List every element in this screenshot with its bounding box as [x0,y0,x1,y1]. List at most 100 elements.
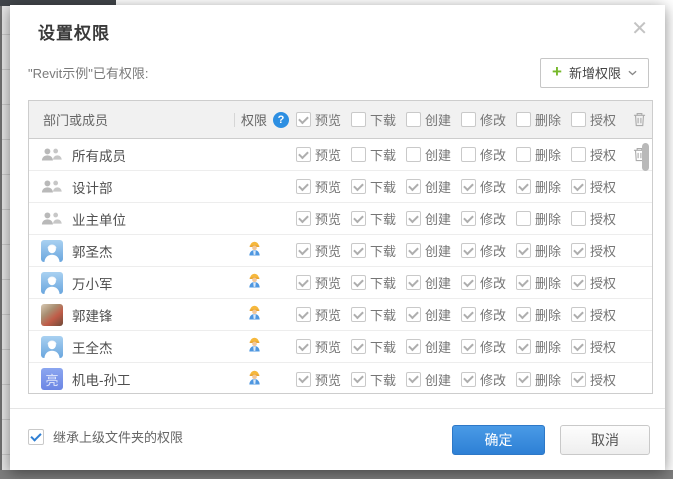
perm-checkbox-下载[interactable] [351,275,366,290]
perm-pair-创建: 创建 [406,145,461,164]
perm-pair-删除: 删除 [516,241,571,260]
perm-checkbox-预览[interactable] [296,372,311,387]
perm-checkbox-删除[interactable] [516,372,531,387]
perm-label: 创建 [425,177,451,196]
add-permission-button[interactable]: + 新增权限 [540,58,649,88]
inherit-label: 继承上级文件夹的权限 [53,427,183,446]
perm-checkbox-授权[interactable] [571,179,586,194]
perm-checkbox-下载[interactable] [351,372,366,387]
perm-label: 删除 [535,273,561,292]
perm-checkbox-授权[interactable] [571,372,586,387]
perm-checkbox-创建[interactable] [406,112,421,127]
permission-column-header: 权限 ? [234,110,296,129]
perm-checkbox-预览[interactable] [296,147,311,162]
perm-checkbox-下载[interactable] [351,147,366,162]
perm-checkbox-授权[interactable] [571,211,586,226]
perm-checkbox-创建[interactable] [406,339,421,354]
perm-checkbox-创建[interactable] [406,211,421,226]
perm-checkbox-预览[interactable] [296,275,311,290]
set-permissions-dialog: 设置权限 ✕ "Revit示例"已有权限: + 新增权限 部门或成员 权限 ? … [10,5,665,470]
badge-cell [234,304,296,325]
perm-checkbox-修改[interactable] [461,307,476,322]
perm-checkbox-授权[interactable] [571,243,586,258]
perm-checkbox-创建[interactable] [406,147,421,162]
table-row: 郭圣杰预览下载创建修改删除授权 [29,235,652,267]
perm-checkbox-修改[interactable] [461,372,476,387]
perm-pair-删除: 删除 [516,273,571,292]
perm-pair-删除: 删除 [516,177,571,196]
perm-label: 修改 [480,177,506,196]
inherit-checkbox[interactable] [28,429,44,445]
perm-checkbox-创建[interactable] [406,372,421,387]
perm-checkbox-授权[interactable] [571,339,586,354]
perm-checkbox-创建[interactable] [406,307,421,322]
perm-checkbox-授权[interactable] [571,275,586,290]
perm-checkbox-创建[interactable] [406,275,421,290]
perm-label: 修改 [480,370,506,389]
perm-checkbox-授权[interactable] [571,147,586,162]
cancel-button[interactable]: 取消 [560,425,650,455]
perm-checkbox-删除[interactable] [516,147,531,162]
perm-checkbox-下载[interactable] [351,211,366,226]
delete-all-trash-icon[interactable] [633,112,646,127]
perm-checkbox-授权[interactable] [571,112,586,127]
perm-checkbox-修改[interactable] [461,243,476,258]
perm-checkbox-修改[interactable] [461,179,476,194]
perm-pair-预览: 预览 [296,177,351,196]
perm-label: 预览 [315,370,341,389]
subtitle-row: "Revit示例"已有权限: + 新增权限 [28,57,649,88]
permission-header-label: 权限 [241,110,267,129]
perm-label: 授权 [590,305,616,324]
member-name: 万小军 [72,273,113,293]
perm-label: 创建 [425,337,451,356]
ok-button[interactable]: 确定 [452,425,545,455]
close-icon[interactable]: ✕ [627,15,652,43]
perm-pair-下载: 下载 [351,370,406,389]
perm-label: 创建 [425,241,451,260]
background-bottom-bar [0,470,673,479]
perm-label: 授权 [590,273,616,292]
perm-checkbox-预览[interactable] [296,211,311,226]
perm-checkbox-下载[interactable] [351,112,366,127]
perm-checkbox-下载[interactable] [351,307,366,322]
group-icon [41,208,63,230]
perm-label: 删除 [535,337,561,356]
perm-checkbox-删除[interactable] [516,307,531,322]
member-name: 所有成员 [72,145,126,165]
perm-checkbox-授权[interactable] [571,307,586,322]
user-avatar [41,240,63,262]
perm-checkbox-下载[interactable] [351,243,366,258]
perm-checkbox-创建[interactable] [406,179,421,194]
perm-checkbox-删除[interactable] [516,112,531,127]
perm-checkbox-预览[interactable] [296,112,311,127]
perm-label: 下载 [370,145,396,164]
page-title: 设置权限 [38,19,110,44]
perm-pair-授权: 授权 [571,209,626,228]
perm-checkbox-删除[interactable] [516,275,531,290]
perm-pair-下载: 下载 [351,241,406,260]
perm-pair-修改: 修改 [461,241,516,260]
perm-checkbox-创建[interactable] [406,243,421,258]
perm-label: 下载 [370,110,396,129]
perm-label: 预览 [315,110,341,129]
perm-checkbox-修改[interactable] [461,211,476,226]
perm-checkbox-删除[interactable] [516,339,531,354]
perm-checkbox-预览[interactable] [296,179,311,194]
scrollbar-thumb[interactable] [642,143,649,171]
perm-checkbox-删除[interactable] [516,179,531,194]
perm-checkbox-修改[interactable] [461,147,476,162]
perm-checkbox-删除[interactable] [516,211,531,226]
perm-checkbox-修改[interactable] [461,339,476,354]
row-perm-list: 预览下载创建修改删除授权 [296,370,626,389]
member-name: 设计部 [72,177,113,197]
perm-checkbox-预览[interactable] [296,339,311,354]
help-icon[interactable]: ? [273,112,289,128]
perm-checkbox-预览[interactable] [296,243,311,258]
perm-checkbox-删除[interactable] [516,243,531,258]
member-cell: 郭建锋 [29,304,234,326]
perm-checkbox-预览[interactable] [296,307,311,322]
perm-checkbox-修改[interactable] [461,275,476,290]
perm-checkbox-修改[interactable] [461,112,476,127]
perm-checkbox-下载[interactable] [351,339,366,354]
perm-checkbox-下载[interactable] [351,179,366,194]
